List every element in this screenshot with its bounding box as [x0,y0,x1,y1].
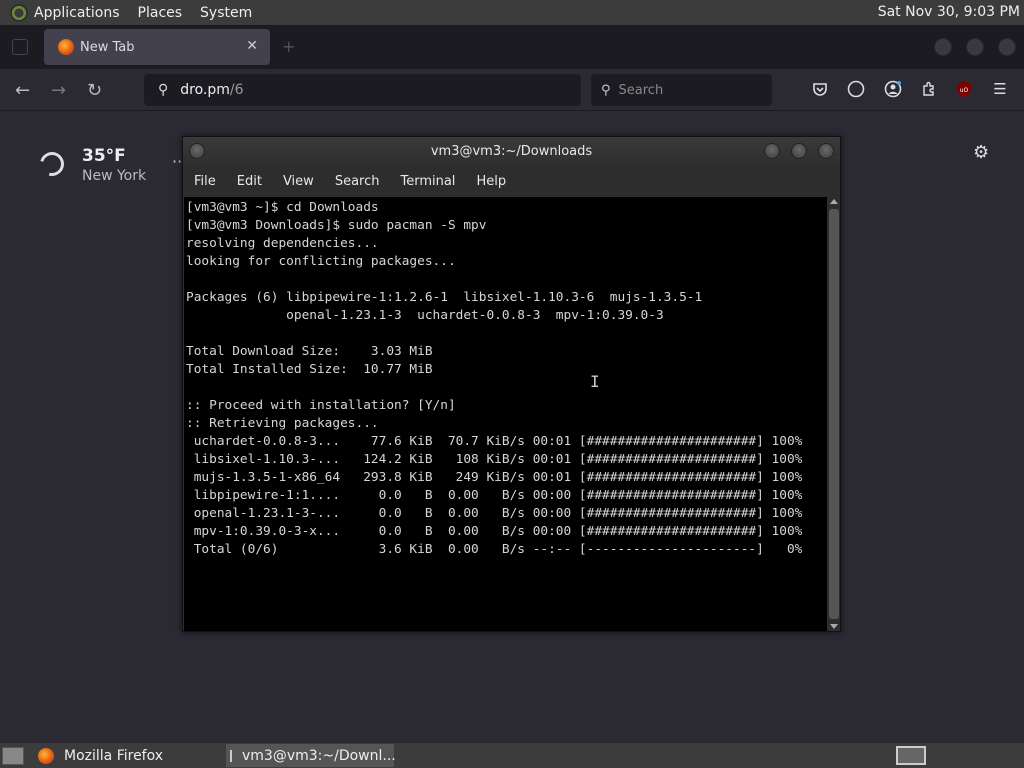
terminal-minimize-button[interactable] [764,143,780,159]
search-icon: ⚲ [158,82,169,98]
moon-icon [35,147,69,181]
terminal-menu-file[interactable]: File [194,174,216,189]
taskbar-firefox-label: Mozilla Firefox [64,747,164,764]
tab-new-tab[interactable]: New Tab ✕ [44,29,270,65]
terminal-line: [vm3@vm3 ~]$ cd Downloads [186,200,379,215]
terminal-line: openal-1.23.1-3 uchardet-0.0.8-3 mpv-1:0… [186,308,664,323]
terminal-menu-edit[interactable]: Edit [237,174,262,189]
browser-nav-bar: ← → ↻ ⚲ dro.pm/6 ⚲ Search uO ☰ [0,69,1024,111]
terminal-icon [230,749,232,762]
terminal-text: [vm3@vm3 ~]$ cd Downloads [vm3@vm3 Downl… [184,197,827,559]
profile-circle-icon[interactable] [846,79,866,99]
tab-close-icon[interactable]: ✕ [246,38,258,54]
terminal-menu-search[interactable]: Search [335,174,380,189]
maximize-window-button[interactable] [966,38,984,56]
menu-applications[interactable]: Applications [34,5,120,21]
scroll-down-icon[interactable] [830,624,838,629]
terminal-output[interactable]: [vm3@vm3 ~]$ cd Downloads [vm3@vm3 Downl… [184,197,827,631]
terminal-window: vm3@vm3:~/Downloads File Edit View Searc… [182,136,841,632]
window-menu-button[interactable] [189,143,205,159]
terminal-line: looking for conflicting packages... [186,254,456,269]
terminal-line: Total Download Size: 3.03 MiB [186,344,433,359]
firefox-icon [38,747,54,764]
firefox-view-icon[interactable] [12,39,28,55]
terminal-line: libpipewire-1:1.... 0.0 B 0.00 B/s 00:00… [186,488,803,503]
terminal-menubar: File Edit View Search Terminal Help [183,167,840,195]
terminal-line: openal-1.23.1-3-... 0.0 B 0.00 B/s 00:00… [186,506,803,521]
back-icon[interactable]: ← [15,80,30,101]
weather-more-icon[interactable]: ·· [172,152,182,171]
terminal-menu-terminal[interactable]: Terminal [400,174,455,189]
pocket-icon[interactable] [810,79,830,99]
panel-clock[interactable]: Sat Nov 30, 9:03 PM [878,4,1020,20]
search-icon: ⚲ [601,82,611,98]
terminal-titlebar[interactable]: vm3@vm3:~/Downloads [183,137,840,167]
terminal-menu-view[interactable]: View [283,174,314,189]
svg-text:uO: uO [960,87,969,94]
close-window-button[interactable] [998,38,1016,56]
browser-tab-bar: New Tab ✕ + [0,25,1024,69]
new-tab-icon[interactable]: + [282,37,295,56]
terminal-title: vm3@vm3:~/Downloads [430,144,593,159]
hamburger-menu-icon[interactable]: ☰ [990,79,1010,99]
terminal-line: :: Proceed with installation? [Y/n] [186,398,456,413]
terminal-maximize-button[interactable] [791,143,807,159]
terminal-line: libsixel-1.10.3-... 124.2 KiB 108 KiB/s … [186,452,803,467]
account-icon[interactable] [883,79,903,99]
top-panel: Applications Places System Sat Nov 30, 9… [0,0,1024,25]
terminal-line: [vm3@vm3 Downloads]$ sudo pacman -S mpv [186,218,487,233]
url-bar[interactable]: ⚲ dro.pm/6 [144,74,581,106]
terminal-line: :: Retrieving packages... [186,416,379,431]
terminal-menu-help[interactable]: Help [476,174,506,189]
reload-icon[interactable]: ↻ [87,80,102,101]
taskbar-terminal-label: vm3@vm3:~/Downl... [242,747,396,764]
scroll-up-icon[interactable] [830,199,838,204]
text-cursor-icon: I [590,372,600,391]
terminal-line: mujs-1.3.5-1-x86_64 293.8 KiB 249 KiB/s … [186,470,803,485]
terminal-line: mpv-1:0.39.0-3-x... 0.0 B 0.00 B/s 00:00… [186,524,803,539]
tab-title: New Tab [80,39,135,55]
search-placeholder: Search [618,82,664,98]
url-path: /6 [229,82,244,98]
minimize-window-button[interactable] [934,38,952,56]
workspace-switcher[interactable] [896,746,926,765]
terminal-scrollbar[interactable] [828,197,840,631]
taskbar-firefox[interactable]: Mozilla Firefox [38,743,204,768]
show-desktop-icon[interactable] [2,746,24,765]
terminal-line: Total Installed Size: 10.77 MiB [186,362,433,377]
forward-icon[interactable]: → [51,80,66,101]
bottom-panel: Mozilla Firefox vm3@vm3:~/Downl... [0,743,1024,768]
terminal-line: uchardet-0.0.8-3... 77.6 KiB 70.7 KiB/s … [186,434,803,449]
search-bar[interactable]: ⚲ Search [591,74,772,106]
menu-places[interactable]: Places [138,5,183,21]
distro-logo-icon[interactable] [10,3,28,22]
firefox-favicon-icon [58,39,74,55]
ublock-origin-icon[interactable]: uO [954,79,974,99]
gear-icon[interactable]: ⚙ [973,142,989,163]
scrollbar-thumb[interactable] [829,209,839,619]
terminal-line: Total (0/6) 3.6 KiB 0.00 B/s --:-- [----… [186,542,803,557]
terminal-line: resolving dependencies... [186,236,379,251]
extensions-icon[interactable] [919,79,939,99]
weather-city: New York [82,168,147,184]
url-host: dro.pm [180,82,230,98]
terminal-close-button[interactable] [818,143,834,159]
weather-temperature: 35°F [82,146,126,166]
menu-system[interactable]: System [200,5,252,21]
weather-widget[interactable]: 35°F New York [35,146,147,184]
terminal-line: Packages (6) libpipewire-1:1.2.6-1 libsi… [186,290,703,305]
taskbar-terminal[interactable]: vm3@vm3:~/Downl... [226,744,396,767]
